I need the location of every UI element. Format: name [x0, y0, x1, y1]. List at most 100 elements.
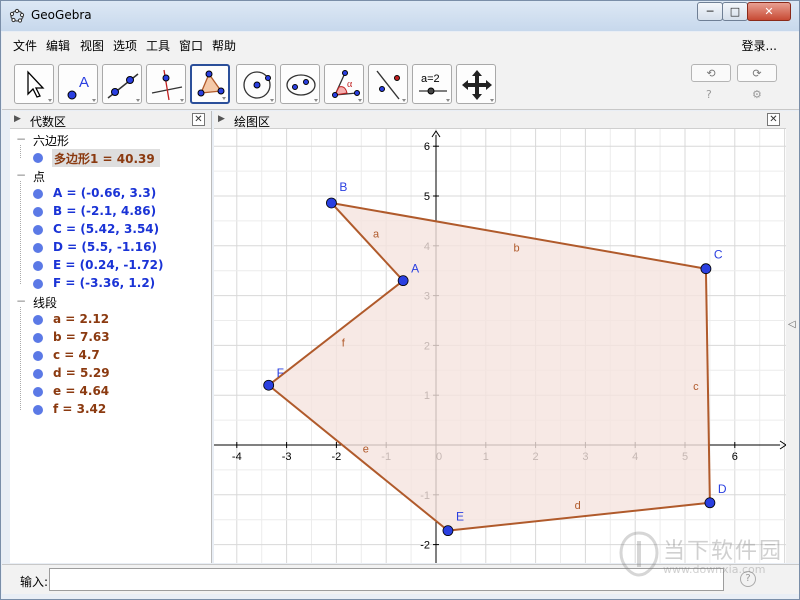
visibility-toggle-icon[interactable]: [33, 153, 43, 163]
algebra-item-value: e = 4.64: [53, 384, 110, 398]
perpendicular-tool[interactable]: [146, 64, 186, 104]
y-tick-label: 6: [424, 141, 430, 153]
graphics-canvas[interactable]: -4-3-2-10123456-2-1123456abcdefABCDEF: [214, 129, 786, 563]
visibility-toggle-icon[interactable]: [33, 351, 43, 361]
group-name: 六边形: [33, 134, 70, 148]
menu-edit[interactable]: 编辑: [46, 37, 70, 54]
algebra-item-value: f = 3.42: [53, 402, 107, 416]
algebra-item[interactable]: D = (5.5, -1.16): [10, 239, 210, 257]
point-label: A: [411, 262, 419, 276]
undo-button[interactable]: ⟲: [691, 64, 731, 82]
window-title: GeoGebra: [31, 8, 92, 22]
algebra-item[interactable]: f = 3.42: [10, 401, 210, 419]
group-name: 点: [33, 170, 46, 184]
algebra-item[interactable]: C = (5.42, 3.54): [10, 221, 210, 239]
reflect-tool[interactable]: [368, 64, 408, 104]
svg-text:A: A: [79, 74, 89, 91]
algebra-item[interactable]: 多边形1 = 40.39: [33, 149, 160, 167]
input-bar: 输入: ?: [2, 564, 799, 594]
visibility-toggle-icon[interactable]: [33, 405, 43, 415]
angle-icon: α: [332, 70, 362, 102]
algebra-item[interactable]: a = 2.12: [10, 311, 210, 329]
redo-button[interactable]: ⟳: [737, 64, 777, 82]
menu-help[interactable]: 帮助: [212, 37, 236, 54]
polygon-fill[interactable]: [268, 202, 710, 531]
algebra-item[interactable]: b = 7.63: [10, 329, 210, 347]
visibility-toggle-icon[interactable]: [33, 333, 43, 343]
menu-view[interactable]: 视图: [80, 37, 104, 54]
move-graphics-tool[interactable]: [456, 64, 496, 104]
visibility-toggle-icon[interactable]: [33, 225, 43, 235]
algebra-item[interactable]: c = 4.7: [10, 347, 210, 365]
visibility-toggle-icon[interactable]: [33, 369, 43, 379]
point-tool[interactable]: A: [58, 64, 98, 104]
visibility-toggle-icon[interactable]: [33, 207, 43, 217]
input-help-icon[interactable]: ?: [740, 571, 756, 587]
right-sidebar-toggle[interactable]: ◁: [786, 111, 799, 563]
point-B[interactable]: [326, 197, 337, 209]
segment-label: a: [373, 229, 380, 241]
polygon-icon: [197, 70, 226, 100]
conic-tool[interactable]: [280, 64, 320, 104]
point-label: D: [718, 482, 727, 496]
visibility-toggle-icon[interactable]: [33, 315, 43, 325]
point-A[interactable]: [397, 275, 409, 287]
y-tick-label: -2: [420, 540, 430, 552]
algebra-item[interactable]: d = 5.29: [10, 365, 210, 383]
ellipse-icon: [286, 74, 318, 102]
algebra-item[interactable]: B = (-2.1, 4.86): [10, 203, 210, 221]
polygon-tool[interactable]: [190, 64, 230, 104]
close-button[interactable]: ✕: [747, 2, 791, 21]
close-panel-icon[interactable]: ✕: [192, 113, 205, 126]
command-input[interactable]: [49, 568, 724, 591]
line-tool[interactable]: [102, 64, 142, 104]
x-tick-label: -2: [332, 451, 342, 463]
points-group-header[interactable]: − 点: [10, 167, 210, 185]
x-tick-label: -4: [232, 451, 242, 463]
x-tick-label: -3: [282, 451, 292, 463]
point-F[interactable]: [263, 379, 275, 391]
visibility-toggle-icon[interactable]: [33, 279, 43, 289]
segments-group-header[interactable]: − 线段: [10, 293, 210, 311]
point-C[interactable]: [700, 263, 712, 275]
collapse-minus-icon[interactable]: −: [16, 294, 26, 308]
collapse-minus-icon[interactable]: −: [16, 132, 26, 146]
menu-options[interactable]: 选项: [113, 37, 137, 54]
maximize-button[interactable]: □: [722, 2, 748, 21]
settings-gear-icon[interactable]: ⚙: [752, 88, 762, 101]
help-icon[interactable]: ?: [706, 88, 712, 101]
close-panel-icon[interactable]: ✕: [767, 113, 780, 126]
visibility-toggle-icon[interactable]: [33, 261, 43, 271]
algebra-item[interactable]: E = (0.24, -1.72): [10, 257, 210, 275]
visibility-toggle-icon[interactable]: [33, 387, 43, 397]
point-E[interactable]: [442, 525, 454, 537]
polygon-group-header[interactable]: − 六边形: [10, 131, 210, 149]
x-tick-label: 6: [732, 451, 738, 463]
segment-label: d: [575, 500, 581, 512]
login-link[interactable]: 登录...: [742, 37, 777, 54]
algebra-item-value: 多边形1 = 40.39: [54, 152, 155, 166]
minimize-button[interactable]: ─: [697, 2, 723, 21]
perpendicular-line-icon: [151, 69, 184, 102]
slider-tool[interactable]: a=2: [412, 64, 452, 104]
menu-tools[interactable]: 工具: [146, 37, 170, 54]
app-window: GeoGebra ─ □ ✕ 文件 编辑 视图 选项 工具 窗口 帮助 登录..…: [0, 0, 800, 600]
collapse-minus-icon[interactable]: −: [16, 168, 26, 182]
algebra-item[interactable]: e = 4.64: [10, 383, 210, 401]
angle-tool[interactable]: α: [324, 64, 364, 104]
algebra-item-value: B = (-2.1, 4.86): [53, 204, 157, 218]
menu-file[interactable]: 文件: [13, 37, 37, 54]
collapse-triangle-icon[interactable]: ▶: [218, 114, 225, 124]
algebra-item[interactable]: A = (-0.66, 3.3): [10, 185, 210, 203]
expand-left-arrow-icon[interactable]: ◁: [788, 319, 796, 330]
circle-tool[interactable]: [236, 64, 276, 104]
move-tool[interactable]: [14, 64, 54, 104]
algebra-item[interactable]: F = (-3.36, 1.2): [10, 275, 210, 293]
collapse-triangle-icon[interactable]: ▶: [14, 114, 21, 124]
menu-window[interactable]: 窗口: [179, 37, 203, 54]
graphics-view: ▶ 绘图区 ✕ -4-3-2-10123456-2-1123456abcdefA…: [214, 111, 786, 563]
visibility-toggle-icon[interactable]: [33, 243, 43, 253]
point-D[interactable]: [704, 497, 716, 509]
visibility-toggle-icon[interactable]: [33, 189, 43, 199]
algebra-view: ▶ 代数区 ✕ − 六边形 多边形1 = 40.39− 点 A = (-0.66, 3.…: [10, 111, 212, 563]
